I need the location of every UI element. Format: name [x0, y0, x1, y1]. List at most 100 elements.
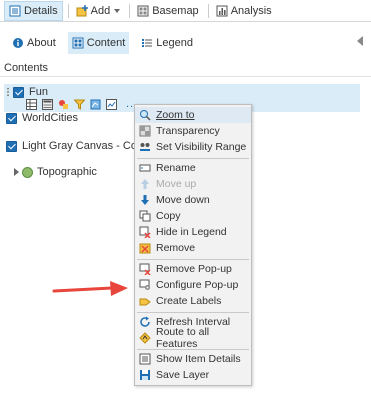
layer-context-menu: Zoom to Transparency Set Visibility Rang… [134, 104, 252, 386]
menu-item-create-labels[interactable]: Create Labels [135, 293, 251, 309]
menu-label: Rename [156, 162, 196, 174]
toolbar-divider [67, 3, 69, 18]
menu-label: Remove Pop-up [156, 263, 232, 275]
globe-icon [22, 166, 33, 178]
basemap-icon [137, 5, 149, 16]
item-details-icon [139, 353, 151, 365]
menu-label: Hide in Legend [156, 226, 227, 238]
menu-separator [137, 312, 249, 313]
layer-item-worldcities[interactable]: WorldCities [6, 112, 78, 124]
menu-item-set-visibility-range[interactable]: Set Visibility Range [135, 139, 251, 155]
table-icon[interactable] [26, 98, 37, 110]
menu-item-route-to-all-features[interactable]: Route to all Features [135, 326, 251, 350]
save-icon [140, 370, 150, 380]
configure-popup-icon [139, 279, 150, 290]
remove-popup-icon [139, 263, 151, 275]
layer-tools: ... [26, 98, 138, 110]
menu-item-remove-popup[interactable]: Remove Pop-up [135, 261, 251, 277]
arrow-up-icon [141, 179, 149, 189]
menu-item-remove[interactable]: Remove [135, 240, 251, 256]
change-style-icon[interactable] [58, 99, 69, 110]
add-layer-icon [76, 4, 88, 16]
basemap-label: Basemap [152, 4, 199, 17]
tab-legend[interactable]: Legend [137, 32, 197, 54]
collapse-panel-icon[interactable] [357, 36, 363, 46]
visibility-range-icon [140, 143, 150, 151]
annotation-arrow-icon [52, 281, 128, 296]
analysis-icon [216, 5, 228, 16]
tab-content-label: Content [86, 37, 126, 49]
rename-icon [139, 164, 151, 172]
layer-visibility-checkbox[interactable] [13, 86, 24, 98]
menu-label: Configure Pop-up [156, 279, 239, 291]
layer-item-light-gray-canvas[interactable]: Light Gray Canvas - Copy [6, 140, 149, 152]
contents-title: Contents [4, 62, 49, 74]
menu-item-configure-popup[interactable]: Configure Pop-up [135, 277, 251, 293]
details-icon [9, 5, 21, 16]
basemap-button[interactable]: Basemap [133, 1, 202, 21]
menu-separator [137, 259, 249, 260]
menu-item-hide-in-legend[interactable]: Hide in Legend [135, 224, 251, 240]
arrow-down-icon [141, 195, 149, 205]
menu-label: Route to all Features [156, 326, 210, 350]
hide-in-legend-icon [139, 226, 151, 238]
menu-item-show-item-details[interactable]: Show Item Details [135, 351, 251, 367]
menu-separator [137, 158, 249, 159]
toolbar-divider [207, 3, 209, 18]
labels-icon [139, 298, 151, 306]
menu-item-rename[interactable]: Rename [135, 160, 251, 176]
layer-item-fun[interactable]: Fun [6, 86, 48, 98]
menu-label: Move up [156, 178, 197, 190]
details-label: Details [24, 4, 58, 17]
perform-analysis-icon[interactable] [90, 99, 101, 110]
layer-name: WorldCities [22, 112, 79, 124]
menu-item-move-down[interactable]: Move down [135, 192, 251, 208]
info-icon [13, 38, 23, 48]
layer-item-topographic[interactable]: Topographic [14, 166, 97, 178]
menu-item-save-layer[interactable]: Save Layer [135, 367, 251, 383]
layer-visibility-checkbox[interactable] [6, 112, 17, 124]
menu-label: Move down [156, 194, 210, 206]
layer-name: Light Gray Canvas - Copy [22, 140, 149, 152]
menu-label: Copy [156, 210, 181, 222]
toolbar-divider [129, 3, 131, 18]
attribute-table-icon[interactable] [42, 98, 53, 110]
panel-tabs: About Content Legend [0, 30, 371, 56]
add-button[interactable]: Add [72, 1, 125, 21]
transparency-icon [139, 125, 151, 137]
menu-label: Show Item Details [156, 353, 241, 365]
expand-icon[interactable] [14, 168, 19, 176]
layer-name: Fun [29, 86, 48, 98]
menu-label: Save Layer [156, 369, 210, 381]
copy-icon [139, 210, 151, 222]
menu-item-copy[interactable]: Copy [135, 208, 251, 224]
menu-label: Transparency [156, 125, 220, 137]
route-icon [139, 332, 151, 344]
remove-icon [139, 243, 151, 254]
analysis-label: Analysis [230, 4, 272, 17]
analysis-button[interactable]: Analysis [212, 1, 276, 21]
details-button[interactable]: Details [4, 0, 63, 21]
menu-label: Zoom to [156, 109, 195, 121]
tab-content[interactable]: Content [67, 32, 130, 54]
menu-label: Set Visibility Range [156, 141, 247, 153]
map-viewer-icon[interactable] [106, 98, 117, 110]
filter-icon[interactable] [74, 99, 85, 110]
drag-handle-icon[interactable] [6, 87, 10, 97]
menu-item-transparency[interactable]: Transparency [135, 123, 251, 139]
tab-legend-label: Legend [156, 37, 193, 49]
layer-name: Topographic [37, 166, 97, 178]
legend-icon [142, 39, 153, 47]
menu-item-move-up[interactable]: Move up [135, 176, 251, 192]
menu-label: Remove [156, 242, 196, 254]
refresh-icon [140, 316, 150, 327]
tab-about[interactable]: About [8, 32, 60, 54]
content-icon [72, 37, 84, 49]
menu-item-zoom-to[interactable]: Zoom to [135, 107, 251, 123]
top-toolbar: Details Add Basemap Analysis [0, 0, 371, 22]
menu-label: Create Labels [156, 295, 222, 307]
chevron-down-icon [114, 8, 121, 13]
zoom-to-icon [140, 110, 151, 121]
layer-visibility-checkbox[interactable] [6, 140, 17, 152]
divider [0, 76, 371, 77]
